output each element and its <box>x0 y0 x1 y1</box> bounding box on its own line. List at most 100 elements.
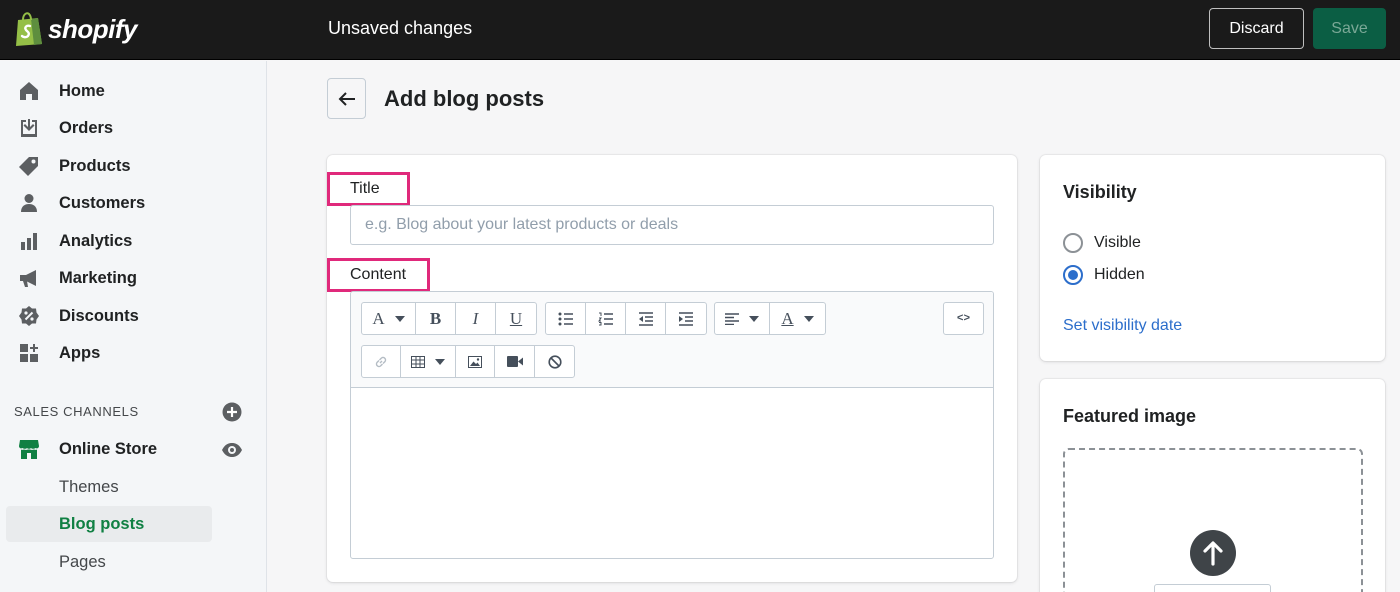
video-icon <box>506 356 523 367</box>
editor-content-area[interactable] <box>351 389 993 558</box>
font-icon: A <box>372 308 385 328</box>
chevron-down-icon <box>803 315 814 322</box>
sidebar-subitem-pages[interactable]: Pages <box>6 544 212 580</box>
page-title: Add blog posts <box>384 86 545 111</box>
sidebar-item-marketing[interactable]: Marketing <box>0 260 267 296</box>
sidebar-item-label: Products <box>59 156 131 175</box>
discard-button[interactable]: Discard <box>1209 8 1304 49</box>
code-icon: <> <box>956 312 971 325</box>
sidebar-item-label: Online Store <box>59 439 158 458</box>
apps-icon <box>18 342 40 364</box>
rich-text-editor: A B I U A <> <box>350 291 994 559</box>
clear-formatting-button[interactable] <box>535 346 574 377</box>
featured-image-heading: Featured image <box>1063 406 1197 426</box>
sidebar-subitem-blog-posts[interactable]: Blog posts <box>6 506 212 542</box>
insert-group <box>361 345 575 378</box>
insert-video-button[interactable] <box>495 346 535 377</box>
sidebar-item-apps[interactable]: Apps <box>0 335 267 371</box>
image-icon <box>468 355 482 368</box>
back-button[interactable] <box>327 78 366 119</box>
indent-icon <box>679 311 693 326</box>
text-color-dropdown[interactable]: A <box>770 303 825 334</box>
content-label: Content <box>350 266 407 283</box>
chevron-down-icon <box>435 358 445 365</box>
radio-button-selected[interactable] <box>1063 265 1083 285</box>
font-style-dropdown[interactable]: A <box>362 303 416 334</box>
align-left-icon <box>725 312 739 325</box>
format-group: A B I U <box>361 302 537 335</box>
sidebar-item-home[interactable]: Home <box>0 73 267 109</box>
table-icon <box>411 355 425 368</box>
add-channel-icon[interactable] <box>222 402 242 422</box>
sales-channels-heading: SALES CHANNELS <box>14 404 139 419</box>
visibility-option-visible[interactable]: Visible <box>1063 233 1141 253</box>
link-icon <box>375 356 387 367</box>
brand-name: shopify <box>48 13 137 44</box>
text-align-dropdown[interactable] <box>715 303 770 334</box>
shopping-bag-icon <box>16 12 42 46</box>
outdent-icon <box>638 311 653 326</box>
shopify-logo[interactable]: shopify <box>14 11 137 47</box>
person-icon <box>18 192 40 214</box>
underline-icon: U <box>509 308 523 328</box>
radio-label: Visible <box>1094 234 1141 251</box>
sidebar-subitem-label: Themes <box>59 478 119 496</box>
show-html-button[interactable]: <> <box>944 303 983 334</box>
sidebar-item-label: Apps <box>59 343 101 362</box>
home-icon <box>18 80 40 102</box>
tag-icon <box>18 155 40 177</box>
upload-icon <box>1190 530 1236 576</box>
chevron-down-icon <box>394 315 405 322</box>
text-color-icon: A <box>781 308 794 328</box>
insert-link-button[interactable] <box>362 346 401 377</box>
store-icon <box>18 438 40 460</box>
unsaved-changes-text: Unsaved changes <box>328 18 473 38</box>
discount-icon <box>18 305 40 327</box>
title-label: Title <box>350 180 380 197</box>
add-image-button[interactable] <box>1154 584 1271 592</box>
italic-icon: I <box>472 308 479 328</box>
orders-icon <box>18 117 40 139</box>
bold-icon: B <box>429 308 442 328</box>
sidebar-subitem-label: Blog posts <box>59 515 145 533</box>
visibility-heading: Visibility <box>1063 182 1137 202</box>
eye-icon[interactable] <box>221 439 243 461</box>
title-input[interactable] <box>350 205 994 245</box>
radio-button[interactable] <box>1063 233 1083 253</box>
sidebar-item-products[interactable]: Products <box>0 148 267 184</box>
radio-label: Hidden <box>1094 266 1145 283</box>
sidebar-item-orders[interactable]: Orders <box>0 110 267 146</box>
numbered-list-icon <box>597 312 613 325</box>
block-icon <box>547 354 562 369</box>
sidebar-item-label: Marketing <box>59 268 137 287</box>
numbered-list-button[interactable] <box>586 303 626 334</box>
editor-toolbar: A B I U A <> <box>351 292 993 388</box>
bar-chart-icon <box>18 230 40 252</box>
sidebar-item-label: Home <box>59 81 105 100</box>
sidebar-item-label: Customers <box>59 193 146 212</box>
sidebar-subitem-themes[interactable]: Themes <box>6 469 212 505</box>
save-button[interactable]: Save <box>1313 8 1386 49</box>
underline-button[interactable]: U <box>496 303 536 334</box>
align-color-group: A <box>714 302 826 335</box>
sidebar-item-customers[interactable]: Customers <box>0 185 267 221</box>
sidebar-item-analytics[interactable]: Analytics <box>0 223 267 259</box>
insert-image-button[interactable] <box>456 346 495 377</box>
sidebar: Home Orders Products Customers Analytics… <box>0 61 267 592</box>
sidebar-subitem-label: Pages <box>59 553 106 571</box>
insert-table-dropdown[interactable] <box>401 346 456 377</box>
sidebar-item-label: Discounts <box>59 306 139 325</box>
italic-button[interactable]: I <box>456 303 496 334</box>
megaphone-icon <box>18 267 40 289</box>
chevron-down-icon <box>749 315 759 322</box>
sidebar-item-discounts[interactable]: Discounts <box>0 298 267 334</box>
top-bar: shopify Unsaved changes Discard Save <box>0 0 1400 60</box>
set-visibility-date-link[interactable]: Set visibility date <box>1063 317 1182 335</box>
bullet-list-button[interactable] <box>546 303 586 334</box>
outdent-button[interactable] <box>626 303 666 334</box>
sidebar-item-label: Orders <box>59 118 114 137</box>
indent-button[interactable] <box>666 303 706 334</box>
bold-button[interactable]: B <box>416 303 456 334</box>
bullet-list-icon <box>558 312 573 325</box>
visibility-option-hidden[interactable]: Hidden <box>1063 265 1145 285</box>
